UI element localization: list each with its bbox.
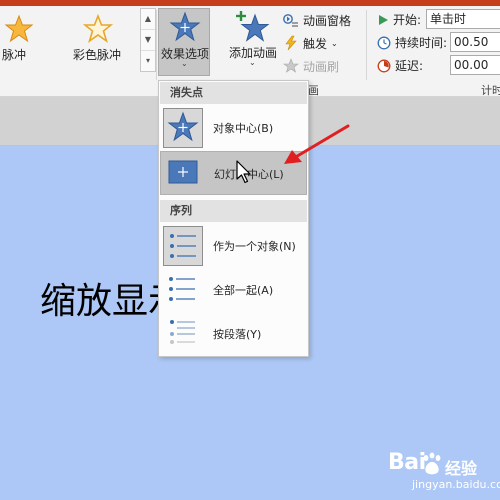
effect-options-button[interactable]: 效果选项 ⌄ — [158, 8, 210, 76]
baidu-paw-logo-icon — [423, 452, 441, 475]
animation-painter-icon — [283, 58, 299, 73]
sequence-header: 序列 — [160, 200, 307, 222]
start-row: 开始: — [377, 11, 421, 28]
animation-painter-button[interactable]: 动画刷 — [283, 56, 339, 76]
gallery-scroll-up-icon[interactable]: ▲ — [141, 9, 155, 30]
color-pulse-effect-icon[interactable] — [82, 13, 114, 47]
as-one-object-label: 作为一个对象(N) — [213, 240, 296, 253]
pulse-effect-icon[interactable] — [4, 14, 34, 47]
ribbon-divider — [156, 10, 157, 80]
all-at-once-icon — [163, 270, 203, 310]
animation-painter-label: 动画刷 — [303, 59, 340, 74]
add-animation-star-icon — [236, 11, 270, 42]
trigger-caret-icon: ⌄ — [331, 38, 338, 48]
menu-item-by-paragraph[interactable]: 按段落(Y) — [160, 312, 307, 356]
duration-input[interactable]: 00.50 — [450, 32, 500, 52]
advanced-animation-group-label: 画 — [308, 84, 319, 97]
delay-label: 延迟: — [395, 59, 424, 73]
menu-item-all-at-once[interactable]: 全部一起(A) — [160, 268, 307, 312]
trigger-label: 触发 — [303, 36, 328, 51]
delay-row: 延迟: — [377, 57, 423, 74]
gallery-scroll-down-icon[interactable]: ▼ — [141, 30, 155, 51]
pulse-effect-label[interactable]: 脉冲 — [2, 46, 26, 63]
object-center-label: 对象中心(B) — [213, 122, 274, 135]
effect-options-star-icon — [169, 11, 201, 42]
duration-label: 持续时间: — [395, 36, 448, 50]
animation-pane-label: 动画窗格 — [303, 13, 352, 28]
duration-row: 持续时间: — [377, 34, 447, 51]
slide-center-icon — [164, 154, 204, 194]
annotation-arrow-icon — [284, 124, 350, 164]
baidu-paw-icon — [380, 452, 388, 460]
object-center-icon — [163, 108, 203, 148]
ribbon-divider — [366, 10, 367, 80]
play-icon — [379, 14, 388, 25]
animation-pane-icon — [283, 14, 298, 27]
timing-group-label: 计时 — [481, 84, 500, 97]
watermark-brand-suffix: 经验 — [445, 459, 478, 478]
by-paragraph-icon — [163, 314, 203, 354]
by-paragraph-label: 按段落(Y) — [213, 328, 262, 341]
mouse-cursor-icon — [236, 160, 251, 184]
vanishing-point-header: 消失点 — [160, 82, 307, 104]
color-pulse-effect-label[interactable]: 彩色脉冲 — [73, 46, 121, 63]
start-label: 开始: — [393, 13, 422, 27]
add-animation-button[interactable]: 添加动画 ⌄ — [225, 8, 281, 76]
gallery-scrollbar[interactable]: ▲ ▼ ▾ — [140, 8, 156, 72]
as-one-object-icon — [163, 226, 203, 266]
all-at-once-label: 全部一起(A) — [213, 284, 274, 297]
menu-item-as-one-object[interactable]: 作为一个对象(N) — [160, 224, 307, 268]
gallery-more-icon[interactable]: ▾ — [141, 51, 155, 71]
effect-options-caret-icon: ⌄ — [181, 59, 188, 68]
lightning-icon — [285, 35, 297, 51]
watermark-url: jingyan.baidu.com — [412, 478, 500, 491]
animation-pane-button[interactable]: 动画窗格 — [283, 10, 351, 30]
delay-input[interactable]: 00.00 — [450, 55, 500, 75]
watermark-brand: Bai — [388, 450, 426, 475]
clock-icon — [377, 36, 391, 49]
add-animation-caret-icon: ⌄ — [249, 58, 256, 67]
trigger-button[interactable]: 触发 ⌄ — [283, 33, 338, 53]
start-select[interactable]: 单击时 — [426, 9, 500, 29]
delay-clock-icon — [377, 59, 391, 72]
